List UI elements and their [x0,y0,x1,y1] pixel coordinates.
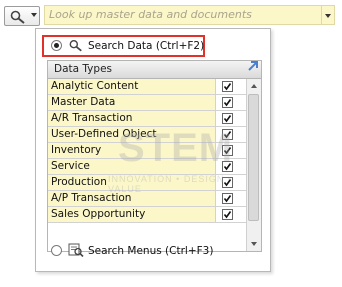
data-type-checkbox[interactable] [222,81,233,92]
data-type-label: A/P Transaction [48,191,216,206]
search-data-label[interactable]: Search Data (Ctrl+F2) [88,40,204,52]
arrow-up-icon [251,84,257,88]
table-row[interactable]: A/R Transaction [48,111,261,127]
search-menus-label[interactable]: Search Menus (Ctrl+F3) [88,245,213,257]
search-dropdown-button[interactable] [322,5,335,25]
data-type-checkbox[interactable] [222,129,233,140]
table-header: Data Types [48,61,261,79]
chevron-down-icon [325,14,331,18]
vertical-scrollbar[interactable] [246,79,261,251]
checkmark-icon [223,163,232,171]
checkmark-icon [223,147,232,155]
checkmark-icon [223,179,232,187]
table-row[interactable]: Inventory [48,143,261,159]
chevron-down-icon [31,13,37,17]
search-icon [10,10,25,24]
table-row[interactable]: Service [48,159,261,175]
data-type-checkbox[interactable] [222,97,233,108]
data-type-label: Analytic Content [48,79,216,94]
table-row[interactable]: Analytic Content [48,79,261,95]
checkmark-icon [223,99,232,107]
data-type-label: Production [48,175,216,190]
data-type-checkbox[interactable] [222,113,233,124]
checkmark-icon [223,211,232,219]
checkmark-icon [223,131,232,139]
search-menus-radio[interactable] [51,245,62,256]
data-type-label: Master Data [48,95,216,110]
data-type-label: A/R Transaction [48,111,216,126]
table-row[interactable]: Production [48,175,261,191]
search-menu-button[interactable] [4,6,40,26]
table-row[interactable]: A/P Transaction [48,191,261,207]
data-type-rows: Analytic Content Master Data A/R Transacti… [48,79,261,223]
arrow-down-icon [251,242,257,246]
scroll-up-button[interactable] [247,79,261,93]
checkmark-icon [223,83,232,91]
checkmark-icon [223,115,232,123]
search-input[interactable]: Look up master data and documents [44,5,322,25]
checkmark-icon [223,195,232,203]
data-type-label: Sales Opportunity [48,207,216,222]
search-menu-icon [68,243,84,257]
data-type-label: Service [48,159,216,174]
scroll-thumb[interactable] [248,94,259,221]
data-type-checkbox[interactable] [222,209,233,220]
expand-icon[interactable] [246,59,260,73]
search-data-radio[interactable] [51,40,62,51]
data-type-checkbox[interactable] [222,193,233,204]
data-type-label: User-Defined Object [48,127,216,142]
data-type-checkbox[interactable] [222,145,233,156]
data-type-checkbox[interactable] [222,161,233,172]
column-header-data-types: Data Types [54,63,112,75]
table-row[interactable]: Master Data [48,95,261,111]
search-options-popup: Search Data (Ctrl+F2) Data Types Analyti… [35,28,271,272]
scroll-down-button[interactable] [247,237,261,251]
data-type-checkbox[interactable] [222,177,233,188]
table-row[interactable]: Sales Opportunity [48,207,261,223]
table-row[interactable]: User-Defined Object [48,127,261,143]
data-types-table: Data Types Analytic Content Master Data A/… [47,60,262,252]
search-icon [69,39,82,52]
data-type-label: Inventory [48,143,216,158]
